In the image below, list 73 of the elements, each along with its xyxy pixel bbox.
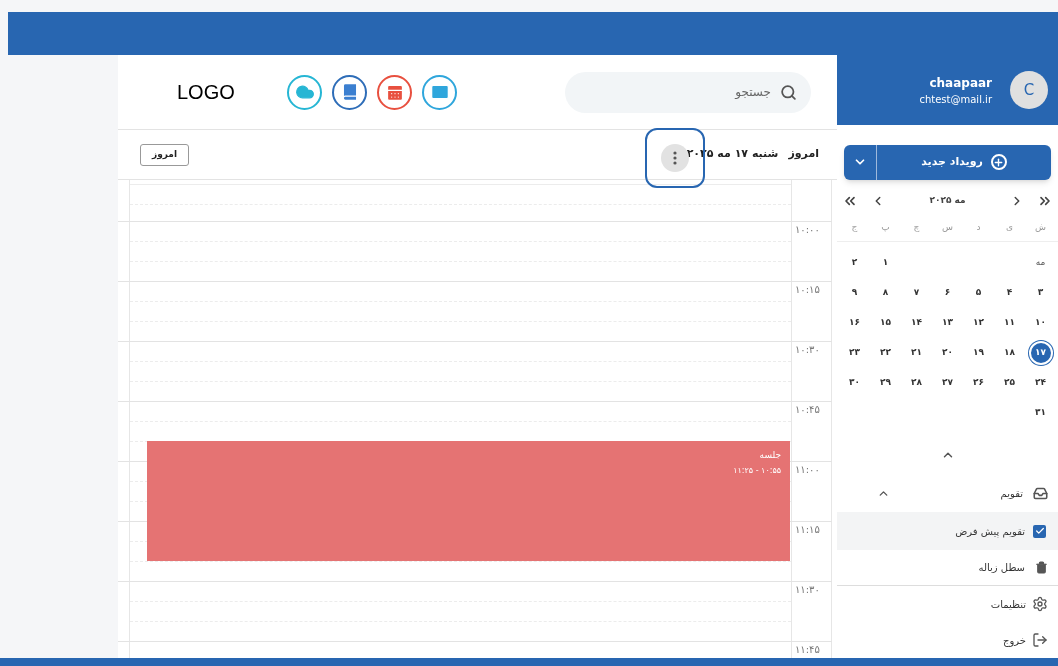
time-label: ۱۰:۰۰ — [795, 224, 820, 235]
month-title: مه ۲۰۲۵ — [928, 194, 967, 208]
calendar-group-item[interactable]: تقویم — [837, 474, 1058, 512]
event-title: جلسه — [759, 449, 781, 462]
day-cell[interactable]: ۸ — [873, 281, 898, 305]
menu-item[interactable]: خروج — [837, 622, 1058, 658]
day-cell[interactable]: ۲۱ — [904, 341, 929, 365]
month-label: مه — [1035, 256, 1046, 270]
day-cell[interactable]: ۲۸ — [904, 371, 929, 395]
weekday-label: ی — [1006, 220, 1014, 234]
day-cell[interactable]: ۲۰ — [935, 341, 960, 365]
day-cell[interactable]: ۲۲ — [873, 341, 898, 365]
day-cell[interactable]: ۲۳ — [842, 341, 867, 365]
day-cell[interactable]: ۱۰ — [1028, 311, 1053, 335]
day-cell[interactable]: ۵ — [966, 281, 991, 305]
logo: LOGO — [177, 80, 236, 105]
envelope-app-button[interactable] — [422, 74, 457, 110]
day-cell[interactable]: ۱ — [873, 251, 898, 275]
day-cell[interactable]: ۱۷ — [1028, 341, 1053, 365]
search-field[interactable]: جستجو — [565, 71, 811, 113]
plus-icon — [990, 154, 1007, 171]
day-cell[interactable]: ۴ — [997, 281, 1022, 305]
weekday-label: چ — [913, 220, 920, 234]
calendar-app-button[interactable] — [377, 74, 412, 110]
day-cell[interactable]: ۱۵ — [873, 311, 898, 335]
day-cell[interactable]: ۲۵ — [997, 371, 1022, 395]
day-cell[interactable]: ۲۶ — [966, 371, 991, 395]
time-label: ۱۱:۴۵ — [795, 644, 820, 655]
day-cell[interactable]: ۱۸ — [997, 341, 1022, 365]
inbox-icon — [1033, 485, 1048, 501]
day-cell[interactable]: ۲۴ — [1028, 371, 1053, 395]
day-cell[interactable]: ۳۰ — [842, 371, 867, 395]
weekday-label: د — [976, 220, 981, 234]
book-app-button[interactable] — [332, 74, 367, 110]
day-cell[interactable]: ۱۲ — [966, 311, 991, 335]
day-cell[interactable]: ۹ — [842, 281, 867, 305]
weekday-label: س — [942, 220, 953, 234]
settings-icon — [1032, 596, 1048, 612]
weekday-label: ج — [851, 220, 858, 234]
time-label: ۱۱:۰۰ — [795, 464, 820, 475]
avatar[interactable]: C — [1010, 71, 1048, 110]
weekday-label: پ — [881, 220, 890, 234]
day-cell[interactable]: ۱۳ — [935, 311, 960, 335]
menu-item[interactable]: تنظیمات — [837, 586, 1058, 622]
trash-item[interactable]: سطل زباله — [837, 550, 1058, 586]
time-label: ۱۰:۴۵ — [795, 404, 820, 415]
checkbox[interactable] — [1033, 524, 1046, 538]
day-cell[interactable]: ۱۹ — [966, 341, 991, 365]
user-email: chtest@mail.ir — [919, 92, 992, 107]
calendar-list-item[interactable]: تقویم پیش فرض — [837, 512, 1058, 550]
trash-icon — [1035, 561, 1048, 574]
day-cell[interactable]: ۶ — [935, 281, 960, 305]
day-cell[interactable]: ۱۴ — [904, 311, 929, 335]
today-label: امروز — [788, 146, 819, 163]
search-icon — [780, 83, 797, 101]
time-label: ۱۱:۱۵ — [795, 524, 820, 535]
day-cell[interactable]: ۲۹ — [873, 371, 898, 395]
time-label: ۱۱:۳۰ — [795, 584, 820, 595]
event-time: ۱۰:۵۵ - ۱۱:۲۵ — [733, 464, 781, 477]
more-icon — [672, 150, 677, 165]
day-cell[interactable]: ۳۱ — [1028, 401, 1053, 425]
user-name: chaapaar — [929, 74, 992, 92]
day-cell[interactable]: ۱۶ — [842, 311, 867, 335]
day-cell[interactable]: ۷ — [904, 281, 929, 305]
day-cell[interactable]: ۲ — [842, 251, 867, 275]
day-cell[interactable]: ۳ — [1028, 281, 1053, 305]
weekday-label: ش — [1035, 220, 1046, 234]
day-cell[interactable]: ۲۷ — [935, 371, 960, 395]
time-label: ۱۰:۳۰ — [795, 344, 820, 355]
time-label: ۱۰:۱۵ — [795, 284, 820, 295]
logout-icon — [1032, 632, 1048, 648]
today-button[interactable]: امروز — [140, 143, 190, 166]
day-cell[interactable]: ۱۱ — [997, 311, 1022, 335]
